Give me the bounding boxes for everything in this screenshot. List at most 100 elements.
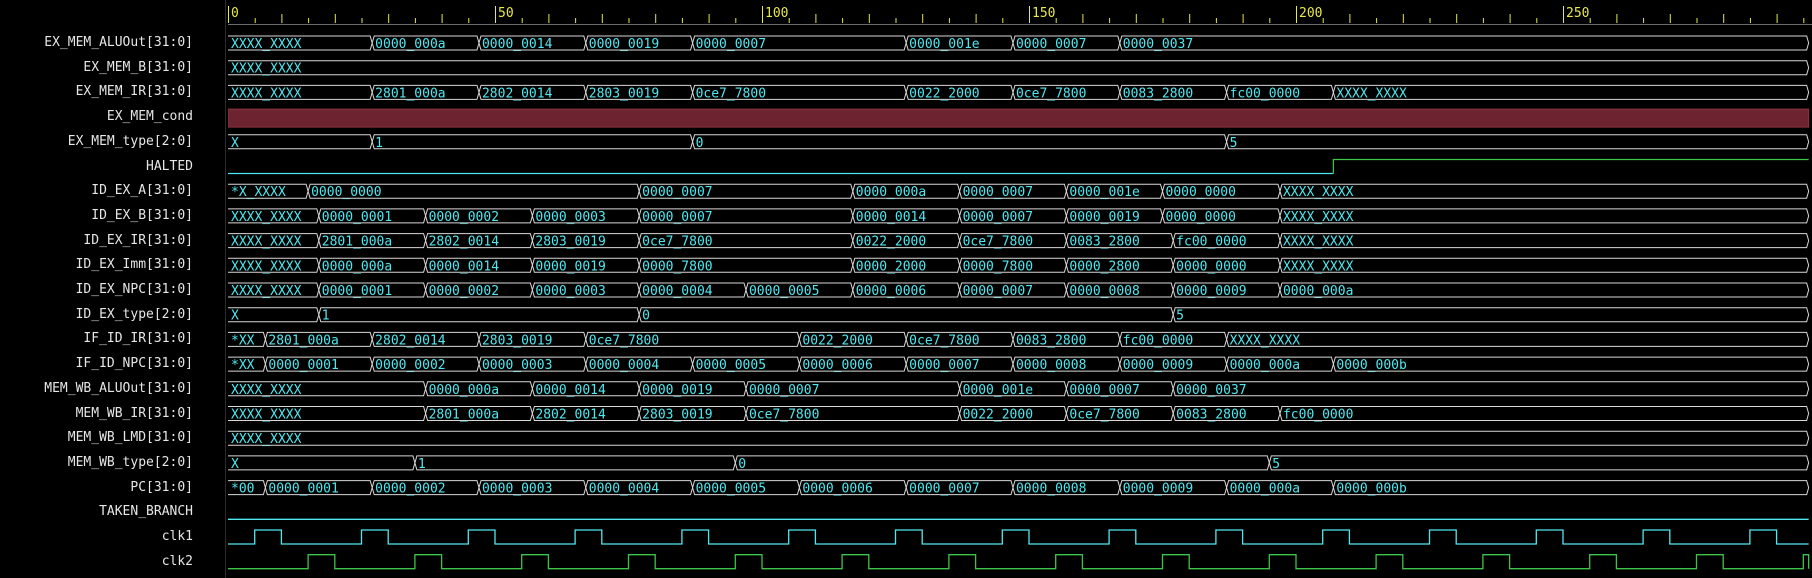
bus-value: 0 [642,309,650,324]
bus-value: 2803_0019 [642,408,712,423]
signal-name[interactable]: EX_MEM_B[31:0] [83,60,193,76]
bus-value: 0022_2000 [963,408,1033,423]
bus-value: 0000_0014 [535,383,606,398]
bus-segment [1268,455,1810,471]
signal-name[interactable]: MEM_WB_LMD[31:0] [68,430,193,446]
bus-value: 0022_2000 [802,333,872,348]
bus-value: 0000_0007 [909,358,979,373]
bus-value: 0000_0002 [375,482,445,497]
bus-value: 0000_0007 [696,37,766,52]
bus-value: 0 [696,136,704,151]
bus-value: 0083_2800 [1016,333,1086,348]
bus-value: 0000_0014 [482,37,553,52]
bus-value: 0000_0014 [429,259,500,274]
bus-segment [228,134,373,150]
bus-value: 0000_0007 [642,210,712,225]
bus-value: 0000_000a [1283,284,1353,299]
bus-value: 0ce7_7800 [589,333,659,348]
bus-value: 0000_0019 [589,37,659,52]
bus-value: 0000_000a [375,37,445,52]
clk1-trace [228,529,1809,545]
bus-segment [371,134,694,150]
bus-segment [692,134,1228,150]
bus-value: 0000_0001 [322,210,392,225]
bus-value: 2801_000a [322,235,392,250]
bus-value: 0000_0008 [1016,358,1086,373]
bus-value: fc00_0000 [1123,333,1193,348]
bus-value: X [231,136,239,151]
bus-value: 0000_0019 [642,383,712,398]
bus-segment [228,430,1810,446]
signal-name[interactable]: ID_EX_A[31:0] [91,183,193,199]
signal-name[interactable]: EX_MEM_ALUOut[31:0] [44,35,193,51]
signal-name[interactable]: ID_EX_B[31:0] [91,208,193,224]
bus-value: 0ce7_7800 [963,235,1033,250]
bus-value: 0000_0003 [482,482,552,497]
bus-value: 0000_0008 [1069,284,1139,299]
bus-value: 0083_2800 [1176,408,1246,423]
bus-value: 0000_0019 [1069,210,1139,225]
signal-name[interactable]: ID_EX_type[2:0] [76,307,193,323]
bus-value: 1 [375,136,383,151]
signal-name[interactable]: ID_EX_NPC[31:0] [76,282,193,298]
bus-segment [1279,282,1810,298]
bus-segment [1172,307,1810,323]
signal-name[interactable]: EX_MEM_type[2:0] [68,134,193,150]
bus-value: 0000_0008 [1016,482,1086,497]
bus-value: XXXX_XXXX [231,210,302,225]
bus-value: 2801_000a [268,333,338,348]
bus-value: XXXX_XXXX [1336,86,1407,101]
bus-value: 0000_000a [856,185,926,200]
bus-value: 0000_0007 [963,284,1033,299]
bus-segment [228,455,416,471]
bus-value: 2802_0014 [429,235,500,250]
bus-value: 2801_000a [375,86,445,101]
bus-value: 0000_0003 [535,210,605,225]
signal-name[interactable]: clk2 [162,554,193,570]
signal-name[interactable]: EX_MEM_cond [107,109,193,125]
bus-value: 0000_0005 [749,284,819,299]
signal-name[interactable]: TAKEN_BRANCH [99,504,193,520]
bus-value: XXXX_XXXX [231,408,302,423]
bus-segment [1279,208,1810,224]
bus-value: 0ce7_7800 [696,86,766,101]
bus-value: 0ce7_7800 [1069,408,1139,423]
bus-value: XXXX_XXXX [231,62,302,77]
bus-value: 0083_2800 [1069,235,1139,250]
signal-name[interactable]: MEM_WB_type[2:0] [68,455,193,471]
signal-name[interactable]: IF_ID_NPC[31:0] [76,356,193,372]
bus-value: 0000_0006 [856,284,926,299]
bus-value: XXXX_XXXX [1283,259,1354,274]
bus-value: 0022_2000 [856,235,926,250]
signal-name[interactable]: IF_ID_IR[31:0] [83,331,193,347]
signal-name[interactable]: MEM_WB_IR[31:0] [76,406,193,422]
bus-value: 0000_0007 [909,482,979,497]
bus-value: 0000_0003 [482,358,552,373]
bus-value: 0000_0009 [1123,358,1193,373]
bus-value: 2802_0014 [375,333,446,348]
bus-segment [1226,134,1810,150]
bus-value: 0000_2800 [1069,259,1139,274]
signal-name[interactable]: HALTED [146,159,193,175]
bus-value: 0000_000b [1336,358,1407,373]
signal-name[interactable]: PC[31:0] [130,480,193,496]
bus-value: 0000_000a [322,259,392,274]
signal-name[interactable]: EX_MEM_IR[31:0] [76,84,193,100]
bus-value: fc00_0000 [1283,408,1353,423]
bus-value: 0000_0007 [963,185,1033,200]
bus-value: 5 [1272,457,1280,472]
bus-value: *XX [231,358,255,373]
bus-value: 0000_0037 [1123,37,1193,52]
bus-value: XXXX_XXXX [231,37,302,52]
bus-value: XXXX_XXXX [1283,235,1354,250]
bus-value: XXXX_XXXX [231,432,302,447]
bus-value: 0000_001e [963,383,1034,398]
signal-name[interactable]: ID_EX_Imm[31:0] [76,257,193,273]
bus-value: X [231,309,239,324]
bus-value: 0000_0037 [1176,383,1246,398]
waveform-area[interactable]: XXXX_XXXX 0000_000a 0000_0014 0000_0019 0000… [228,0,1812,578]
signal-name[interactable]: MEM_WB_ALUOut[31:0] [44,381,193,397]
signal-name[interactable]: ID_EX_IR[31:0] [83,233,193,249]
signal-name[interactable]: clk1 [162,529,193,545]
bus-segment [414,455,736,471]
